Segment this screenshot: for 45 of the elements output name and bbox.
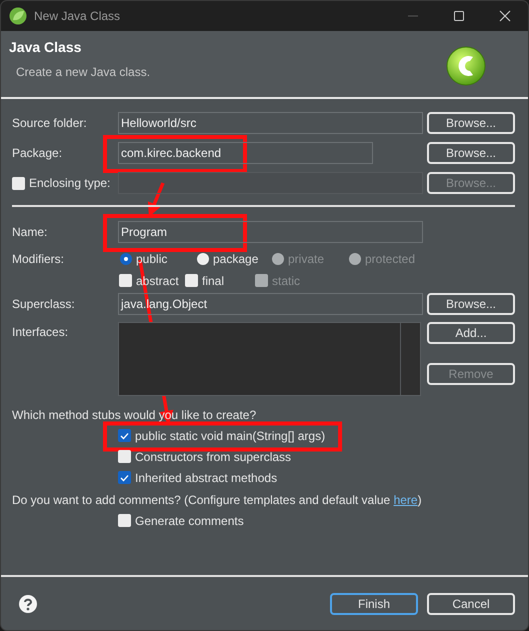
button[interactable]: Add... [427, 322, 515, 344]
input-field[interactable]: Program [118, 221, 423, 243]
button[interactable]: Finish [330, 592, 418, 614]
close-icon[interactable] [499, 10, 511, 22]
arrow [148, 182, 165, 217]
field-label: Modifiers: [12, 252, 64, 266]
window-title: New Java Class [34, 9, 120, 23]
checkbox[interactable] [118, 450, 131, 463]
field-label: Name: [12, 225, 48, 239]
checkbox[interactable] [119, 274, 132, 287]
radio-button[interactable] [120, 252, 132, 264]
interfaces-list[interactable] [118, 322, 421, 396]
button[interactable]: Browse... [427, 112, 515, 134]
radio-label: private [288, 252, 324, 266]
checkbox-label: static [272, 274, 300, 288]
radio-button[interactable] [197, 252, 209, 264]
checkbox[interactable] [118, 429, 131, 442]
radio-label: package [213, 252, 258, 266]
field-label: Source folder: [12, 116, 87, 130]
checkbox[interactable] [118, 471, 131, 484]
checkbox[interactable] [185, 274, 198, 287]
page-description: Create a new Java class. [16, 65, 150, 79]
input-field[interactable]: com.kirec.backend [118, 142, 373, 164]
checkbox-label: final [202, 274, 224, 288]
radio-label: protected [365, 252, 416, 266]
checkbox-label: Inherited abstract methods [135, 470, 278, 484]
page-title: Java Class [9, 39, 82, 55]
maximize-icon[interactable] [453, 10, 465, 22]
radio-label: public [136, 252, 168, 266]
comments-text: Do you want to add comments? (Configure templates and default value here) [12, 492, 422, 506]
checkbox-label: Constructors from superclass [135, 450, 292, 464]
checkbox-label: public static void main(String[] args) [135, 428, 326, 442]
checkbox-label: Enclosing type: [29, 176, 110, 190]
field-label: Superclass: [12, 296, 75, 310]
button[interactable]: Browse... [427, 142, 515, 164]
help-icon[interactable] [18, 594, 38, 614]
link[interactable]: here [394, 492, 418, 506]
button[interactable]: Browse... [427, 292, 515, 314]
checkbox-label: Generate comments [135, 514, 244, 528]
checkbox[interactable] [118, 514, 131, 527]
field-label: Interfaces: [12, 325, 68, 339]
field-label: Package: [12, 146, 62, 160]
button[interactable]: Cancel [427, 592, 515, 614]
input-field[interactable]: Helloworld/src [118, 112, 423, 134]
leaf-icon [9, 7, 27, 25]
